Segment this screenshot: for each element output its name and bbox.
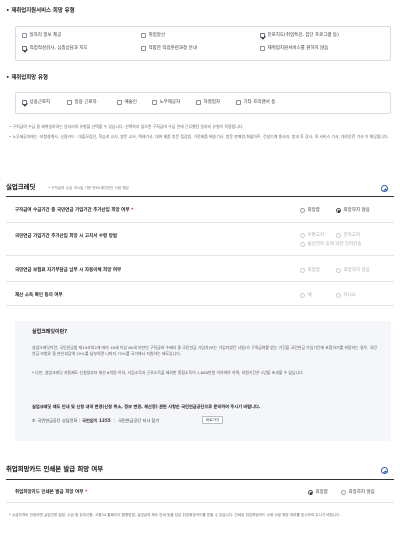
row-divider	[6, 502, 394, 503]
credit-row-2-option-mail[interactable]: 우편고지	[300, 233, 324, 239]
checkbox[interactable]	[260, 46, 265, 52]
option-daily-worker[interactable]: 일용 근로자	[67, 100, 97, 106]
checkbox[interactable]	[196, 100, 201, 106]
unemployment-credit-subtitle: • 구직급여 수급 개시일 기준 만60세미만인 사람 해당	[48, 186, 129, 190]
collapse-chevron-icon[interactable]	[381, 185, 388, 192]
credit-row-2-label: 국민연금 가입기간 추가산입 희망 시 고지서 수령 방법	[15, 234, 118, 239]
radio-disabled[interactable]	[300, 242, 305, 248]
row-divider	[6, 305, 394, 306]
checkbox[interactable]	[152, 100, 157, 106]
option-freelancer[interactable]: 기타 프리랜서 등	[236, 100, 275, 106]
checkbox-checked[interactable]	[22, 100, 27, 106]
option-training-course[interactable]: 적합한 직업훈련과정 안내	[141, 46, 197, 52]
option-job-placement[interactable]: 취업알선	[141, 33, 165, 39]
card-option-yes[interactable]: 희망함	[308, 490, 328, 496]
phone-icon: ✆	[32, 418, 36, 423]
credit-row-3-label: 국민연금 보험료 자기부담금 납부 시 자동이체 희망 여부	[15, 268, 122, 273]
option-no-service[interactable]: 재취업지원서비스를 원하지 않음	[260, 46, 328, 52]
credit-row-1-option-yes[interactable]: 희망함	[300, 208, 320, 214]
row-divider	[6, 222, 394, 223]
required-mark: *	[131, 208, 134, 213]
credit-row-4-option-no[interactable]: 아니오	[336, 293, 356, 299]
divider: |	[113, 418, 116, 423]
credit-row-3-option-no[interactable]: 희망하지 않음	[336, 268, 370, 274]
credit-info-body: 실업크레딧이란, 국민연금법 제19조의2에 따라 18세 이상 60세 미만인…	[32, 345, 377, 357]
section-divider	[6, 196, 394, 197]
credit-row-1-option-no[interactable]: 희망하지 않음	[336, 208, 370, 214]
checkbox-checked[interactable]	[22, 46, 27, 52]
desired-type-note-1: • 구직급여 수급 중 재취업하려는 일자리의 유형을 선택할 수 있습니다. …	[9, 124, 244, 129]
checkbox[interactable]	[141, 33, 146, 39]
radio-selected[interactable]	[308, 490, 313, 496]
card-section-title: 취업희망카드 인쇄본 발급 희망 여부	[6, 465, 104, 473]
option-career-guidance[interactable]: 진로지도(취업특강, 집단 프로그램 등)	[260, 33, 339, 39]
row-divider	[6, 255, 394, 256]
card-note: * 수급자격이 인정되면 실업인정 일정, 수급 중 유의사항, 고용24 홈페…	[9, 513, 341, 517]
credit-info-title: 실업크레딧이란?	[32, 329, 68, 335]
credit-row-1-label: 구직급여 수급기간 중 국민연금 가입기간 추가산입 희망 여부 *	[15, 208, 134, 213]
radio[interactable]	[341, 490, 346, 496]
desired-type-note-2: • 노무제공자에는 '보험설계사, 신용카드 · 대출모집인, 학습지 교사, …	[9, 134, 389, 139]
reemployment-service-title: • 재취업지원서비스 희망 유형	[6, 8, 75, 14]
shortcut-button[interactable]: 바로가기	[202, 416, 224, 425]
credit-row-4-option-yes[interactable]: 예	[300, 293, 312, 299]
card-row-label: 취업희망카드 인쇄본 발급 희망 여부 *	[15, 490, 88, 495]
radio-disabled[interactable]	[336, 233, 341, 239]
radio-disabled[interactable]	[336, 268, 341, 274]
collapse-chevron-icon[interactable]	[381, 467, 388, 474]
credit-row-2-option-electronic[interactable]: 전자고지	[336, 233, 360, 239]
option-regular-worker[interactable]: 상용근로자	[22, 100, 50, 106]
credit-info-phone-row: ✆ 국민연금공단 상담전화 : 국번없이 1355 | 국민연금공단 지사 찾기	[32, 418, 160, 423]
radio-disabled[interactable]	[300, 293, 305, 299]
checkbox-checked[interactable]	[260, 33, 265, 39]
checkbox[interactable]	[236, 100, 241, 106]
radio-selected[interactable]	[336, 208, 341, 214]
option-job-info[interactable]: 일자리 정보 제공	[22, 33, 61, 39]
credit-row-2-option-transfer[interactable]: 울산전자 동에 의한 전자전송	[300, 242, 361, 248]
option-self-employed[interactable]: 자영업자	[196, 100, 220, 106]
option-aptitude-test[interactable]: 직업적성검사, 심층상담과 지도	[22, 46, 88, 52]
option-artist[interactable]: 예술인	[117, 100, 137, 106]
option-labor-provider[interactable]: 노무제공자	[152, 100, 180, 106]
credit-row-3-option-yes[interactable]: 희망함	[300, 268, 320, 274]
credit-row-4-label: 재산 소득 확인 동의 여부	[15, 293, 63, 298]
credit-info-extra: * 다만, 실업크레딧 지원제도 신청일부터 재산 6억원 이하, 사업소득과 …	[32, 370, 304, 375]
credit-info-contact: 실업크레딧 제도 안내 및 신청 내역 변경(신청 취소, 정보 변경, 재산정…	[32, 404, 261, 409]
radio[interactable]	[300, 208, 305, 214]
desired-type-title: • 재취업희망 유형	[6, 75, 48, 81]
checkbox[interactable]	[22, 33, 27, 39]
radio-disabled[interactable]	[336, 293, 341, 299]
section-divider	[6, 479, 394, 480]
radio-disabled[interactable]	[300, 233, 305, 239]
checkbox[interactable]	[67, 100, 72, 106]
row-divider	[6, 281, 394, 282]
card-option-no[interactable]: 희망하지 않음	[341, 490, 375, 496]
radio-disabled[interactable]	[300, 268, 305, 274]
checkbox[interactable]	[141, 46, 146, 52]
reemployment-service-box	[15, 26, 391, 61]
unemployment-credit-title: 실업크레딧	[6, 183, 36, 191]
checkbox[interactable]	[117, 100, 122, 106]
required-mark: *	[84, 490, 88, 495]
